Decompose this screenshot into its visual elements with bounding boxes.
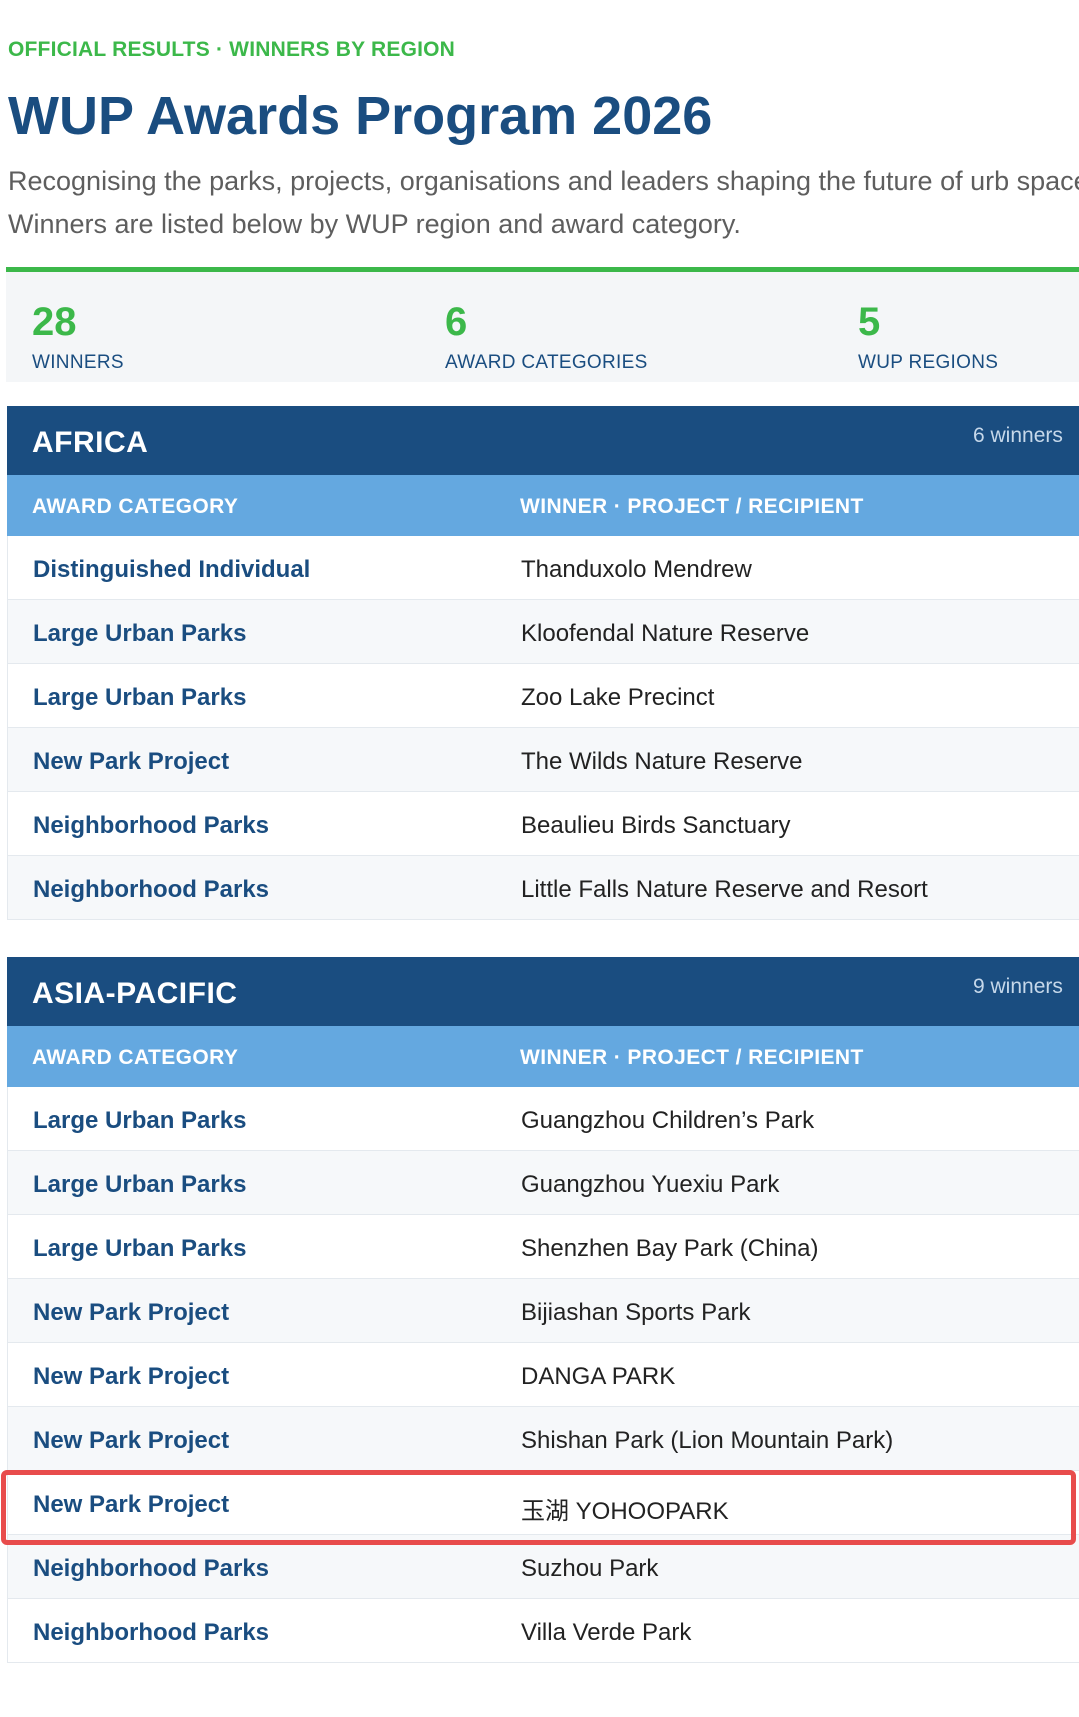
- row-category: New Park Project: [33, 1299, 230, 1326]
- table-row: Neighborhood Parks Beaulieu Birds Sanctua…: [7, 792, 1079, 856]
- region-winner-count: 9 winners: [973, 975, 1063, 998]
- row-winner: The Wilds Nature Reserve: [521, 748, 803, 775]
- row-category: Neighborhood Parks: [33, 1555, 270, 1582]
- region-africa: AFRICA 6 winners AWARD CATEGORY WINNER ·…: [7, 406, 1079, 920]
- table-row: Large Urban Parks Guangzhou Children’s Pa…: [7, 1087, 1079, 1151]
- row-category: New Park Project: [33, 1427, 230, 1454]
- column-header-winner: WINNER · PROJECT / RECIPIENT: [520, 495, 864, 518]
- page-title: WUP Awards Program 2026: [8, 86, 713, 146]
- table-row: New Park Project DANGA PARK: [7, 1343, 1079, 1407]
- table-row: Large Urban Parks Zoo Lake Precinct: [7, 664, 1079, 728]
- stat-value: 6: [445, 300, 468, 344]
- row-category: Large Urban Parks: [33, 620, 247, 647]
- row-category: New Park Project: [33, 1363, 230, 1390]
- row-winner: Guangzhou Children’s Park: [521, 1107, 815, 1134]
- row-category: Neighborhood Parks: [33, 812, 270, 839]
- table-row: Neighborhood Parks Suzhou Park: [7, 1535, 1079, 1599]
- row-winner: 玉湖 YOHOOPARK: [521, 1498, 729, 1525]
- row-category: Large Urban Parks: [33, 684, 247, 711]
- table-column-headers: AWARD CATEGORY WINNER · PROJECT / RECIPI…: [7, 475, 1079, 536]
- stat-label: WUP REGIONS: [858, 352, 999, 373]
- table-row: Large Urban Parks Shenzhen Bay Park (Chin…: [7, 1215, 1079, 1279]
- stat-label: WINNERS: [32, 352, 124, 373]
- row-winner: Kloofendal Nature Reserve: [521, 620, 810, 647]
- table-row: Distinguished Individual Thanduxolo Mendr…: [7, 536, 1079, 600]
- row-category: Distinguished Individual: [33, 556, 311, 583]
- stat-winners: 28 WINNERS: [32, 300, 124, 374]
- row-winner: Shenzhen Bay Park (China): [521, 1235, 819, 1262]
- table-column-headers: AWARD CATEGORY WINNER · PROJECT / RECIPI…: [7, 1026, 1079, 1087]
- row-winner: Thanduxolo Mendrew: [521, 556, 752, 583]
- row-winner: DANGA PARK: [521, 1363, 676, 1390]
- table-row: Large Urban Parks Guangzhou Yuexiu Park: [7, 1151, 1079, 1215]
- row-category: Large Urban Parks: [33, 1235, 247, 1262]
- row-winner: Little Falls Nature Reserve and Resort: [521, 876, 928, 903]
- stat-value: 5: [858, 300, 881, 344]
- row-winner: Suzhou Park: [521, 1555, 659, 1582]
- row-winner: Zoo Lake Precinct: [521, 684, 715, 711]
- row-category: Large Urban Parks: [33, 1107, 247, 1134]
- table-row: Neighborhood Parks Villa Verde Park: [7, 1599, 1079, 1663]
- region-header: ASIA-PACIFIC 9 winners: [7, 957, 1079, 1026]
- row-winner: Villa Verde Park: [521, 1619, 692, 1646]
- table-body: Large Urban Parks Guangzhou Children’s Pa…: [7, 1087, 1079, 1663]
- stat-wup-regions: 5 WUP REGIONS: [858, 300, 998, 374]
- row-category: Neighborhood Parks: [33, 1619, 270, 1646]
- table-row: Large Urban Parks Kloofendal Nature Reser…: [7, 600, 1079, 664]
- row-winner: Beaulieu Birds Sanctuary: [521, 812, 791, 839]
- region-winner-count: 6 winners: [973, 424, 1063, 447]
- column-header-winner: WINNER · PROJECT / RECIPIENT: [520, 1046, 864, 1069]
- row-winner: Guangzhou Yuexiu Park: [521, 1171, 780, 1198]
- table-row: Neighborhood Parks Little Falls Nature Re…: [7, 856, 1079, 920]
- stat-award-categories: 6 AWARD CATEGORIES: [445, 300, 648, 374]
- row-category: Neighborhood Parks: [33, 876, 270, 903]
- region-header: AFRICA 6 winners: [7, 406, 1079, 475]
- column-header-category: AWARD CATEGORY: [32, 495, 239, 518]
- table-row-highlighted: New Park Project 玉湖 YOHOOPARK: [7, 1471, 1079, 1535]
- region-name: AFRICA: [32, 426, 149, 459]
- table-body: Distinguished Individual Thanduxolo Mendr…: [7, 536, 1079, 920]
- row-category: New Park Project: [33, 748, 230, 775]
- table-row: New Park Project Bijiashan Sports Park: [7, 1279, 1079, 1343]
- region-name: ASIA-PACIFIC: [32, 977, 238, 1010]
- stats-panel: 28 WINNERS 6 AWARD CATEGORIES 5 WUP REGI…: [6, 267, 1079, 382]
- row-category: Large Urban Parks: [33, 1171, 247, 1198]
- row-category: New Park Project: [33, 1491, 230, 1518]
- row-winner: Shishan Park (Lion Mountain Park): [521, 1427, 894, 1454]
- region-asia-pacific: ASIA-PACIFIC 9 winners AWARD CATEGORY WI…: [7, 957, 1079, 1663]
- table-row: New Park Project The Wilds Nature Reserve: [7, 728, 1079, 792]
- column-header-category: AWARD CATEGORY: [32, 1046, 239, 1069]
- stat-value: 28: [32, 300, 77, 344]
- eyebrow-label: OFFICIAL RESULTS · WINNERS BY REGION: [8, 38, 456, 61]
- page-subtitle: Recognising the parks, projects, organis…: [8, 166, 1079, 239]
- page: OFFICIAL RESULTS · WINNERS BY REGION WUP…: [0, 0, 1079, 1717]
- table-row: New Park Project Shishan Park (Lion Mount…: [7, 1407, 1079, 1471]
- row-winner: Bijiashan Sports Park: [521, 1299, 751, 1326]
- stat-label: AWARD CATEGORIES: [445, 352, 648, 373]
